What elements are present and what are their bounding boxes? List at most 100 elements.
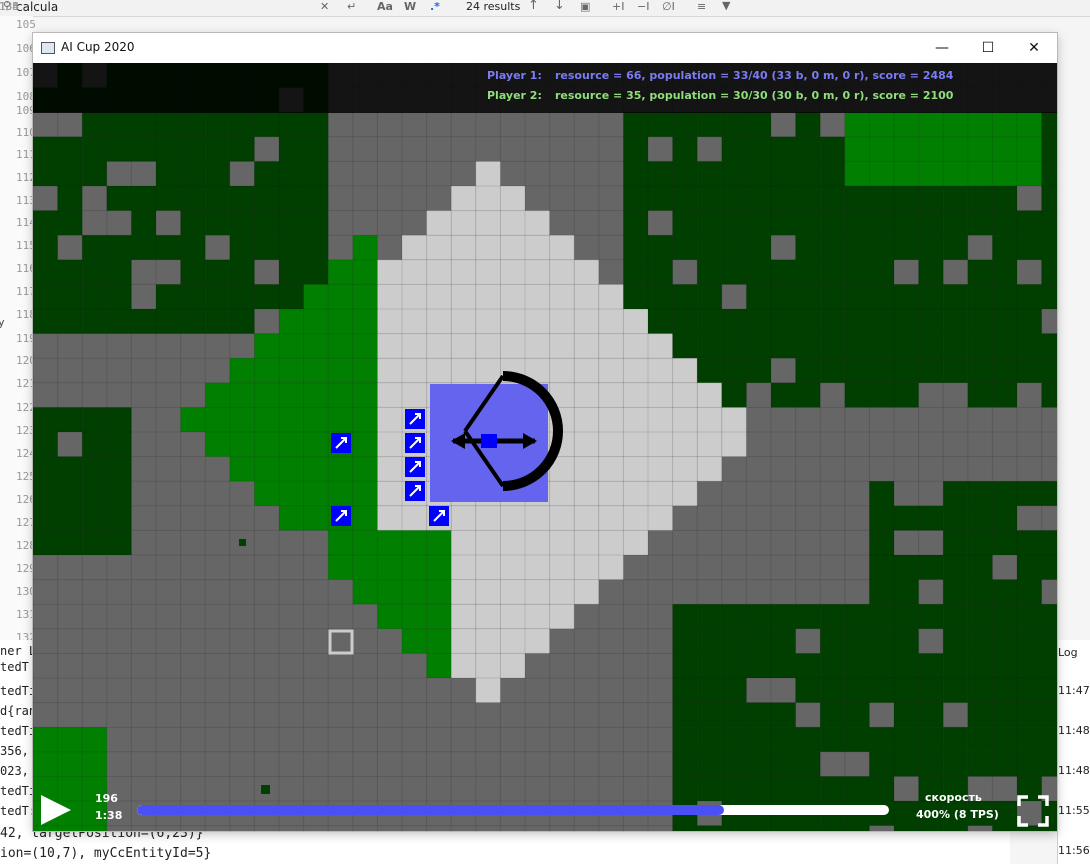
select-all-icon[interactable]: ▣ — [580, 0, 590, 13]
resource-tile — [869, 678, 894, 703]
resource-tile — [918, 309, 944, 334]
resource-tile — [33, 481, 58, 506]
visible-tile — [648, 407, 673, 432]
maximize-button[interactable]: ☐ — [965, 33, 1011, 63]
resource-tile — [303, 333, 329, 359]
replace-enter-icon[interactable]: ↵ — [347, 0, 356, 13]
builder-unit[interactable] — [405, 409, 425, 429]
resource-tile — [992, 530, 1017, 555]
resource-tile — [328, 309, 353, 334]
resource-tile — [697, 653, 722, 678]
resource-tile — [721, 678, 747, 703]
resource-tile — [106, 309, 132, 334]
resource-tile — [303, 358, 329, 383]
resource-tile — [746, 112, 771, 137]
speed-value[interactable]: 400% (8 TPS) — [916, 808, 999, 821]
resource-tile — [918, 333, 944, 359]
add-occurrence-icon[interactable]: +Ⅰ — [612, 0, 624, 13]
resource-tile — [795, 727, 821, 752]
resource-tile — [156, 136, 181, 162]
resource-tile — [721, 161, 747, 186]
game-map[interactable] — [33, 63, 1057, 831]
resource-tile — [229, 186, 255, 211]
resource-tile — [1041, 678, 1057, 703]
minimize-button[interactable]: — — [919, 33, 965, 63]
next-match-icon[interactable]: ↓ — [554, 0, 565, 13]
resource-tile — [943, 481, 968, 506]
builder-unit[interactable] — [331, 506, 351, 526]
resource-tile — [943, 136, 968, 162]
regex-toggle[interactable]: .* — [430, 0, 440, 13]
visible-tile — [549, 358, 575, 383]
resource-tile — [352, 530, 378, 555]
resource-tile — [352, 284, 378, 309]
clear-search-icon[interactable]: ✕ — [320, 0, 329, 13]
resource-tile — [771, 284, 796, 309]
resource-tile — [57, 751, 83, 777]
builder-unit[interactable] — [405, 433, 425, 453]
resource-tile — [697, 727, 722, 752]
fullscreen-icon[interactable] — [1017, 795, 1049, 827]
remove-occurrence-icon[interactable]: −Ⅰ — [637, 0, 649, 13]
play-icon[interactable] — [39, 793, 73, 827]
resource-tile — [180, 186, 206, 211]
window-titlebar[interactable]: AI Cup 2020 — ☐ ✕ — [33, 33, 1057, 63]
resource-tile — [992, 505, 1017, 531]
find-input[interactable]: calcula — [16, 0, 58, 14]
resource-tile — [721, 727, 747, 752]
visible-tile — [721, 432, 747, 457]
resource-tile — [106, 259, 132, 285]
previous-match-icon[interactable]: ↑ — [528, 0, 539, 13]
resource-tile — [894, 604, 919, 629]
game-viewport[interactable]: Player 1: resource = 66, population = 33/… — [33, 63, 1057, 831]
resource-tile — [1017, 309, 1042, 334]
words-toggle[interactable]: W — [404, 0, 416, 13]
resource-tile — [967, 284, 993, 309]
resource-tile — [352, 333, 378, 359]
resource-tile — [1041, 259, 1057, 285]
resource-tile — [1041, 358, 1057, 383]
resource-tile — [328, 530, 353, 555]
resource-tile — [992, 259, 1017, 285]
timeline-slider[interactable] — [137, 805, 889, 815]
builder-unit[interactable] — [405, 481, 425, 501]
resource-tile — [721, 259, 747, 285]
resource-tile — [869, 235, 894, 260]
resource-tile — [795, 161, 821, 186]
resource-tile — [279, 432, 304, 457]
visible-tile — [672, 382, 698, 408]
resource-tile — [402, 628, 427, 654]
resource-tile — [844, 604, 870, 629]
visible-tile — [549, 579, 575, 605]
close-button[interactable]: ✕ — [1011, 33, 1057, 63]
visible-tile — [549, 333, 575, 359]
match-case-toggle[interactable]: Aa — [377, 0, 393, 13]
resource-tile — [57, 284, 83, 309]
resource-tile — [254, 161, 279, 186]
builder-unit[interactable] — [331, 433, 351, 453]
resource-tile — [1041, 727, 1057, 752]
console-line: tedT — [0, 660, 29, 674]
resource-tile — [82, 309, 107, 334]
resource-tile — [771, 702, 796, 728]
resource-tile — [697, 702, 722, 728]
resource-tile — [279, 333, 304, 359]
resource-tile — [721, 333, 747, 359]
console-line: tedTi — [0, 684, 33, 698]
resource-tile — [352, 432, 378, 457]
filter-icon[interactable]: ▼ — [722, 0, 730, 12]
visible-tile — [525, 235, 550, 260]
resource-tile — [795, 210, 821, 236]
filter-options-icon[interactable]: ≡ — [697, 0, 706, 13]
visible-tile — [377, 309, 402, 334]
resource-tile — [623, 259, 648, 285]
builder-unit[interactable] — [405, 457, 425, 477]
resource-tile — [1017, 481, 1042, 506]
resource-tile — [992, 678, 1017, 703]
resource-tile — [918, 678, 944, 703]
builder-unit[interactable] — [429, 506, 449, 526]
resource-tile — [721, 382, 747, 408]
visible-tile — [500, 604, 525, 629]
resource-tile — [967, 530, 993, 555]
select-all-occurrences-icon[interactable]: ∅Ⅰ — [662, 0, 675, 13]
